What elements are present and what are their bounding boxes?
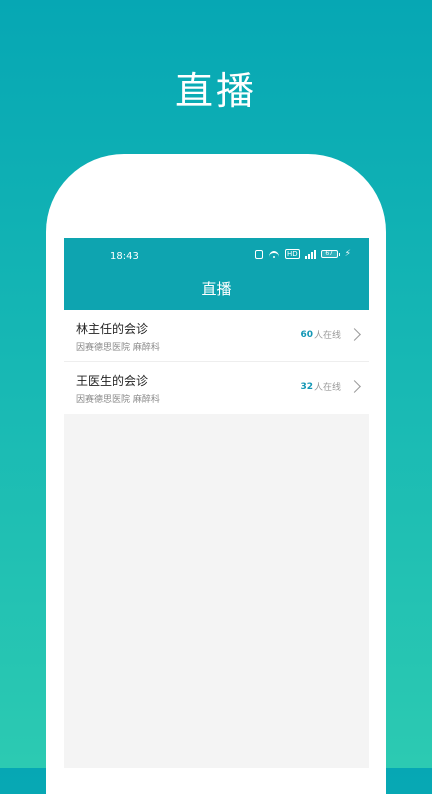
online-count: 32 (300, 381, 313, 392)
online-count: 60 (300, 329, 313, 340)
status-icons: HD 67 ⚡ (255, 249, 351, 259)
hospital-department: 因赛德思医院 麻醉科 (76, 343, 160, 353)
phone-screen: 18:43 HD 67 ⚡ 直播 林主任的会诊 因赛德思医院 麻醉科 60 人在… (64, 238, 369, 768)
battery-cap (338, 252, 340, 256)
list-item[interactable]: 林主任的会诊 因赛德思医院 麻醉科 60 人在线 (64, 310, 369, 362)
online-label: 人在线 (313, 331, 341, 341)
bolt-icon: ⚡ (344, 249, 351, 259)
hospital-department: 因赛德思医院 麻醉科 (76, 395, 160, 405)
wifi-icon (268, 250, 280, 259)
nfc-icon (255, 249, 264, 259)
consultation-title: 林主任的会诊 (76, 322, 149, 336)
signal-icon (304, 249, 316, 259)
status-time: 18:43 (110, 251, 139, 262)
consultation-title: 王医生的会诊 (76, 374, 149, 388)
chevron-right-icon[interactable] (348, 380, 361, 393)
status-bar: 18:43 HD 67 ⚡ (64, 238, 369, 274)
online-label: 人在线 (313, 383, 341, 393)
battery-level: 67 (320, 250, 338, 258)
list-item[interactable]: 王医生的会诊 因赛德思医院 麻醉科 32 人在线 (64, 362, 369, 414)
online-status: 60 人在线 (300, 328, 361, 341)
hero-title: 直播 (174, 69, 257, 113)
online-status: 32 人在线 (300, 380, 361, 393)
network-badge: HD (285, 249, 300, 259)
chevron-right-icon[interactable] (348, 328, 361, 341)
battery-icon: 67 (320, 250, 340, 258)
page-title: 直播 (64, 274, 369, 310)
live-list: 林主任的会诊 因赛德思医院 麻醉科 60 人在线 王医生的会诊 因赛德思医院 麻… (64, 310, 369, 414)
